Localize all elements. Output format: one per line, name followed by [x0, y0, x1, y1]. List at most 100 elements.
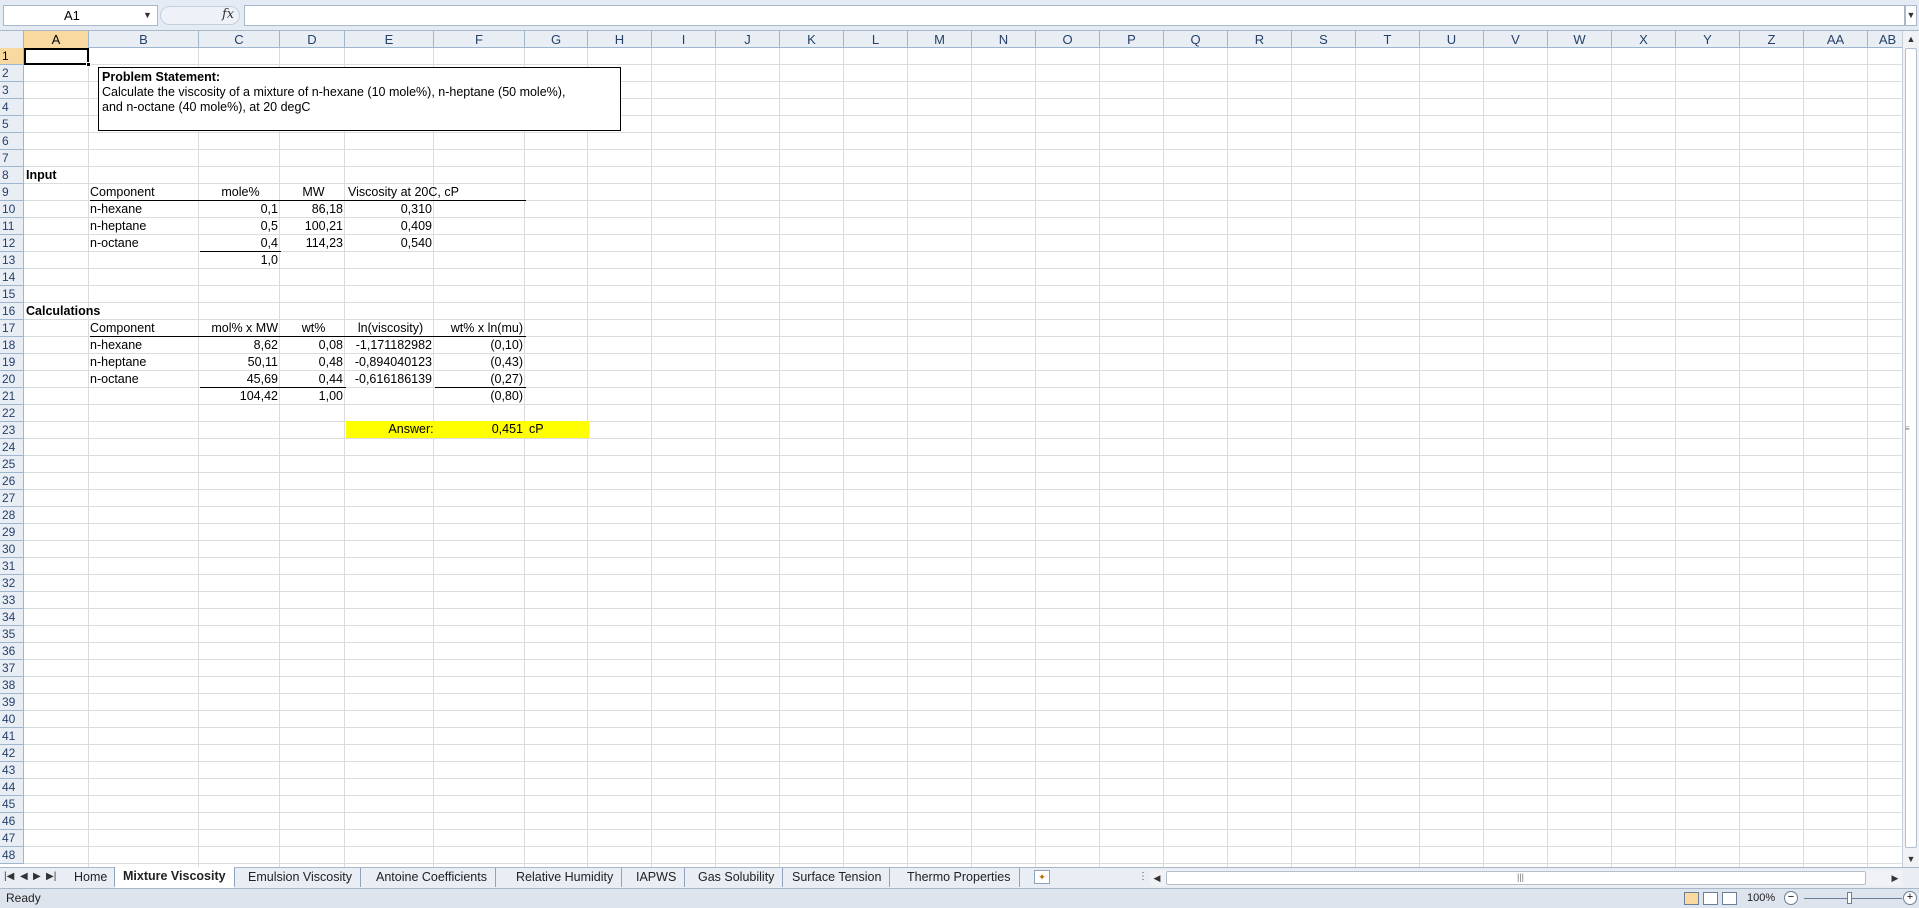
calc-total-molmw[interactable]: 104,42 [200, 388, 281, 405]
zoom-slider[interactable] [1804, 898, 1902, 899]
vertical-scrollbar[interactable]: ▲ ≡ ▼ [1902, 31, 1919, 867]
row-header-43[interactable]: 43 [0, 762, 24, 779]
column-header-o[interactable]: O [1036, 31, 1100, 48]
row-header-37[interactable]: 37 [0, 660, 24, 677]
vertical-scroll-thumb[interactable] [1905, 48, 1917, 848]
row-header-40[interactable]: 40 [0, 711, 24, 728]
zoom-in-icon[interactable]: + [1903, 891, 1917, 905]
column-header-s[interactable]: S [1292, 31, 1356, 48]
tab-mixture-viscosity[interactable]: Mixture Viscosity [114, 867, 235, 888]
column-header-q[interactable]: Q [1164, 31, 1228, 48]
input-row-2-viscosity[interactable]: 0,409 [346, 218, 435, 235]
scroll-left-arrow-icon[interactable]: ◀ [1150, 870, 1164, 886]
calc-row-1-component[interactable]: n-hexane [90, 337, 142, 354]
row-header-9[interactable]: 9 [0, 184, 24, 201]
tab-thermo-properties[interactable]: Thermo Properties [899, 868, 1020, 887]
calc-row-3-lnvisc[interactable]: -0,616186139 [346, 371, 435, 388]
page-layout-view-icon[interactable] [1703, 892, 1718, 905]
calc-row-3-molmw[interactable]: 45,69 [200, 371, 281, 388]
row-header-23[interactable]: 23 [0, 422, 24, 439]
row-header-32[interactable]: 32 [0, 575, 24, 592]
column-header-u[interactable]: U [1420, 31, 1484, 48]
row-header-11[interactable]: 11 [0, 218, 24, 235]
answer-value[interactable]: 0,451 [435, 421, 526, 438]
column-header-j[interactable]: J [716, 31, 780, 48]
input-row-1-mole[interactable]: 0,1 [200, 201, 281, 218]
column-header-n[interactable]: N [972, 31, 1036, 48]
calc-total-wt[interactable]: 1,00 [281, 388, 346, 405]
column-header-p[interactable]: P [1100, 31, 1164, 48]
input-header-mole[interactable]: mole% [200, 184, 281, 201]
row-header-2[interactable]: 2 [0, 65, 24, 82]
column-header-r[interactable]: R [1228, 31, 1292, 48]
column-header-y[interactable]: Y [1676, 31, 1740, 48]
row-header-24[interactable]: 24 [0, 439, 24, 456]
tab-antoine-coefficients[interactable]: Antoine Coefficients [368, 868, 496, 887]
zoom-slider-thumb[interactable] [1847, 892, 1852, 904]
scroll-up-arrow-icon[interactable]: ▲ [1903, 31, 1919, 47]
row-header-3[interactable]: 3 [0, 82, 24, 99]
calculations-section-label[interactable]: Calculations [26, 303, 100, 320]
worksheet-grid[interactable]: A B C D E F G H I J K L M N O P Q R S T U V W X Y Z AA AB 123456789… [0, 31, 1902, 867]
row-header-30[interactable]: 30 [0, 541, 24, 558]
scroll-down-arrow-icon[interactable]: ▼ [1903, 851, 1919, 867]
row-header-35[interactable]: 35 [0, 626, 24, 643]
row-header-47[interactable]: 47 [0, 830, 24, 847]
column-header-b[interactable]: B [89, 31, 199, 48]
row-header-12[interactable]: 12 [0, 235, 24, 252]
row-header-48[interactable]: 48 [0, 847, 24, 864]
input-row-1-mw[interactable]: 86,18 [281, 201, 346, 218]
row-header-5[interactable]: 5 [0, 116, 24, 133]
input-row-3-component[interactable]: n-octane [90, 235, 139, 252]
calc-row-3-wtln[interactable]: (0,27) [435, 371, 526, 388]
column-header-e[interactable]: E [345, 31, 434, 48]
insert-function-icon[interactable]: fx [222, 7, 234, 22]
row-header-26[interactable]: 26 [0, 473, 24, 490]
first-sheet-icon[interactable]: |◀ [4, 871, 14, 882]
input-total-mole[interactable]: 1,0 [200, 252, 281, 269]
input-row-1-viscosity[interactable]: 0,310 [346, 201, 435, 218]
row-header-20[interactable]: 20 [0, 371, 24, 388]
input-header-mw[interactable]: MW [281, 184, 346, 201]
expand-formula-bar-button[interactable]: ▼ [1905, 5, 1917, 26]
row-header-10[interactable]: 10 [0, 201, 24, 218]
formula-input[interactable] [244, 5, 1905, 26]
row-header-44[interactable]: 44 [0, 779, 24, 796]
calc-header-wt[interactable]: wt% [281, 320, 346, 337]
calc-row-1-wtln[interactable]: (0,10) [435, 337, 526, 354]
column-header-c[interactable]: C [199, 31, 280, 48]
column-header-z[interactable]: Z [1740, 31, 1804, 48]
row-header-34[interactable]: 34 [0, 609, 24, 626]
next-sheet-icon[interactable]: ▶ [33, 871, 41, 882]
zoom-out-icon[interactable]: − [1784, 891, 1798, 905]
row-header-6[interactable]: 6 [0, 133, 24, 150]
column-header-f[interactable]: F [434, 31, 525, 48]
tab-surface-tension[interactable]: Surface Tension [784, 868, 891, 887]
row-header-15[interactable]: 15 [0, 286, 24, 303]
row-header-39[interactable]: 39 [0, 694, 24, 711]
tab-emulsion-viscosity[interactable]: Emulsion Viscosity [240, 868, 361, 887]
prev-sheet-icon[interactable]: ◀ [20, 871, 28, 882]
normal-view-icon[interactable] [1684, 892, 1699, 905]
column-header-l[interactable]: L [844, 31, 908, 48]
row-header-21[interactable]: 21 [0, 388, 24, 405]
calc-row-3-wt[interactable]: 0,44 [281, 371, 346, 388]
calc-row-2-lnvisc[interactable]: -0,894040123 [346, 354, 435, 371]
input-row-1-component[interactable]: n-hexane [90, 201, 142, 218]
input-row-2-component[interactable]: n-heptane [90, 218, 146, 235]
input-section-label[interactable]: Input [26, 167, 57, 184]
row-header-28[interactable]: 28 [0, 507, 24, 524]
fill-handle[interactable] [86, 62, 91, 67]
row-header-13[interactable]: 13 [0, 252, 24, 269]
tab-gas-solubility[interactable]: Gas Solubility [690, 868, 784, 887]
input-row-3-viscosity[interactable]: 0,540 [346, 235, 435, 252]
input-row-3-mole[interactable]: 0,4 [200, 235, 281, 252]
calc-row-3-component[interactable]: n-octane [90, 371, 139, 388]
column-header-g[interactable]: G [525, 31, 588, 48]
calc-row-2-wtln[interactable]: (0,43) [435, 354, 526, 371]
tab-relative-humidity[interactable]: Relative Humidity [508, 868, 623, 887]
row-header-41[interactable]: 41 [0, 728, 24, 745]
row-header-8[interactable]: 8 [0, 167, 24, 184]
row-header-22[interactable]: 22 [0, 405, 24, 422]
row-header-46[interactable]: 46 [0, 813, 24, 830]
